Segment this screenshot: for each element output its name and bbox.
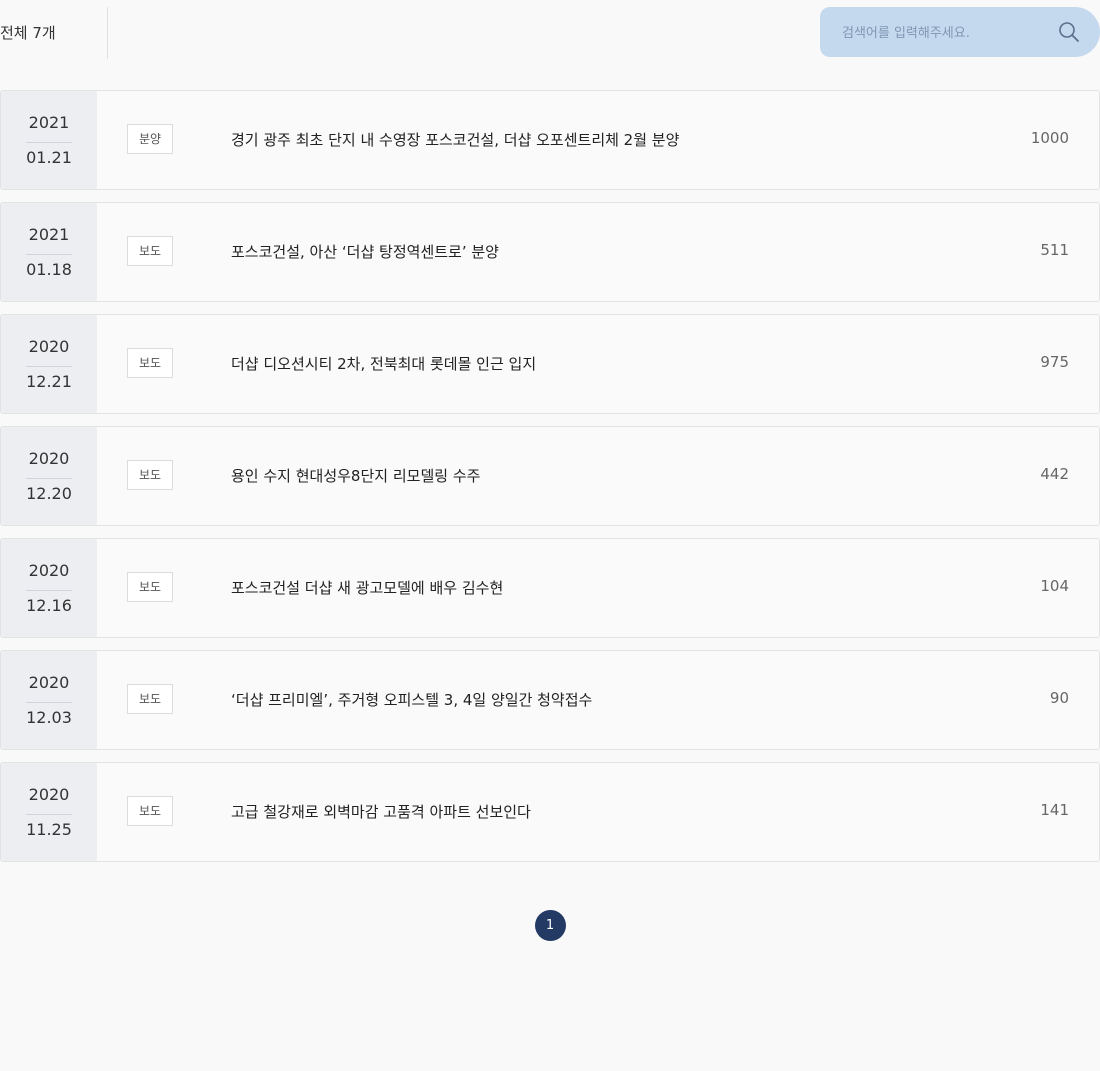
post-date: 11.25	[26, 820, 72, 839]
view-count: 90	[1049, 689, 1069, 707]
post-title[interactable]: ‘더샵 프리미엘’, 주거형 오피스텔 3, 4일 양일간 청약접수	[231, 689, 592, 710]
post-date: 01.18	[26, 260, 72, 279]
post-year: 2020	[28, 785, 70, 804]
list-item[interactable]: 2021 01.21 분양 경기 광주 최초 단지 내 수영장 포스코건설, 더…	[0, 90, 1100, 190]
category-badge: 보도	[127, 572, 173, 602]
view-count: 1000	[1030, 129, 1069, 147]
post-year: 2021	[28, 225, 70, 244]
date-divider	[26, 478, 72, 479]
date-divider	[26, 254, 72, 255]
post-date: 12.20	[26, 484, 72, 503]
post-date: 12.21	[26, 372, 72, 391]
list-item[interactable]: 2020 11.25 보도 고급 철강재로 외벽마감 고품격 아파트 선보인다 …	[0, 762, 1100, 862]
date-divider	[26, 590, 72, 591]
category-badge: 보도	[127, 796, 173, 826]
post-date: 12.03	[26, 708, 72, 727]
date-box: 2021 01.18	[1, 203, 97, 301]
date-divider	[26, 366, 72, 367]
total-count: 전체 7개	[0, 24, 56, 42]
list-item[interactable]: 2020 12.20 보도 용인 수지 현대성우8단지 리모델링 수주 442	[0, 426, 1100, 526]
category-badge: 보도	[127, 236, 173, 266]
category-badge: 보도	[127, 460, 173, 490]
view-count: 511	[1040, 241, 1069, 259]
date-box: 2020 12.21	[1, 315, 97, 413]
post-title[interactable]: 더샵 디오션시티 2차, 전북최대 롯데몰 인근 입지	[231, 353, 536, 374]
view-count: 104	[1040, 577, 1069, 595]
category-badge: 보도	[127, 684, 173, 714]
category-badge: 분양	[127, 124, 173, 154]
list-item[interactable]: 2020 12.16 보도 포스코건설 더샵 새 광고모델에 배우 김수현 10…	[0, 538, 1100, 638]
post-year: 2021	[28, 113, 70, 132]
post-title[interactable]: 고급 철강재로 외벽마감 고품격 아파트 선보인다	[231, 801, 531, 822]
view-count: 975	[1040, 353, 1069, 371]
date-box: 2021 01.21	[1, 91, 97, 189]
post-title[interactable]: 용인 수지 현대성우8단지 리모델링 수주	[231, 465, 480, 486]
search-icon[interactable]	[1058, 21, 1080, 43]
post-year: 2020	[28, 561, 70, 580]
post-date: 01.21	[26, 148, 72, 167]
date-box: 2020 12.16	[1, 539, 97, 637]
post-title[interactable]: 포스코건설 더샵 새 광고모델에 배우 김수현	[231, 577, 503, 598]
date-divider	[26, 142, 72, 143]
page-button-current[interactable]: 1	[534, 910, 566, 941]
view-count: 442	[1040, 465, 1069, 483]
date-box: 2020 11.25	[1, 763, 97, 861]
search-input[interactable]	[840, 7, 1054, 59]
date-box: 2020 12.03	[1, 651, 97, 749]
post-title[interactable]: 경기 광주 최초 단지 내 수영장 포스코건설, 더샵 오포센트리체 2월 분양	[231, 129, 679, 150]
post-year: 2020	[28, 673, 70, 692]
date-divider	[26, 814, 72, 815]
view-count: 141	[1040, 801, 1069, 819]
search-box	[820, 7, 1100, 59]
post-title[interactable]: 포스코건설, 아산 ‘더샵 탕정역센트로’ 분양	[231, 241, 499, 262]
list-item[interactable]: 2020 12.21 보도 더샵 디오션시티 2차, 전북최대 롯데몰 인근 입…	[0, 314, 1100, 414]
category-badge: 보도	[127, 348, 173, 378]
date-box: 2020 12.20	[1, 427, 97, 525]
post-year: 2020	[28, 337, 70, 356]
header-divider	[107, 7, 108, 59]
date-divider	[26, 702, 72, 703]
list-item[interactable]: 2020 12.03 보도 ‘더샵 프리미엘’, 주거형 오피스텔 3, 4일 …	[0, 650, 1100, 750]
post-year: 2020	[28, 449, 70, 468]
pagination: 1	[0, 910, 1100, 942]
list-header: 전체 7개	[0, 0, 1100, 64]
list-item[interactable]: 2021 01.18 보도 포스코건설, 아산 ‘더샵 탕정역센트로’ 분양 5…	[0, 202, 1100, 302]
post-date: 12.16	[26, 596, 72, 615]
post-list: 2021 01.21 분양 경기 광주 최초 단지 내 수영장 포스코건설, 더…	[0, 90, 1100, 874]
